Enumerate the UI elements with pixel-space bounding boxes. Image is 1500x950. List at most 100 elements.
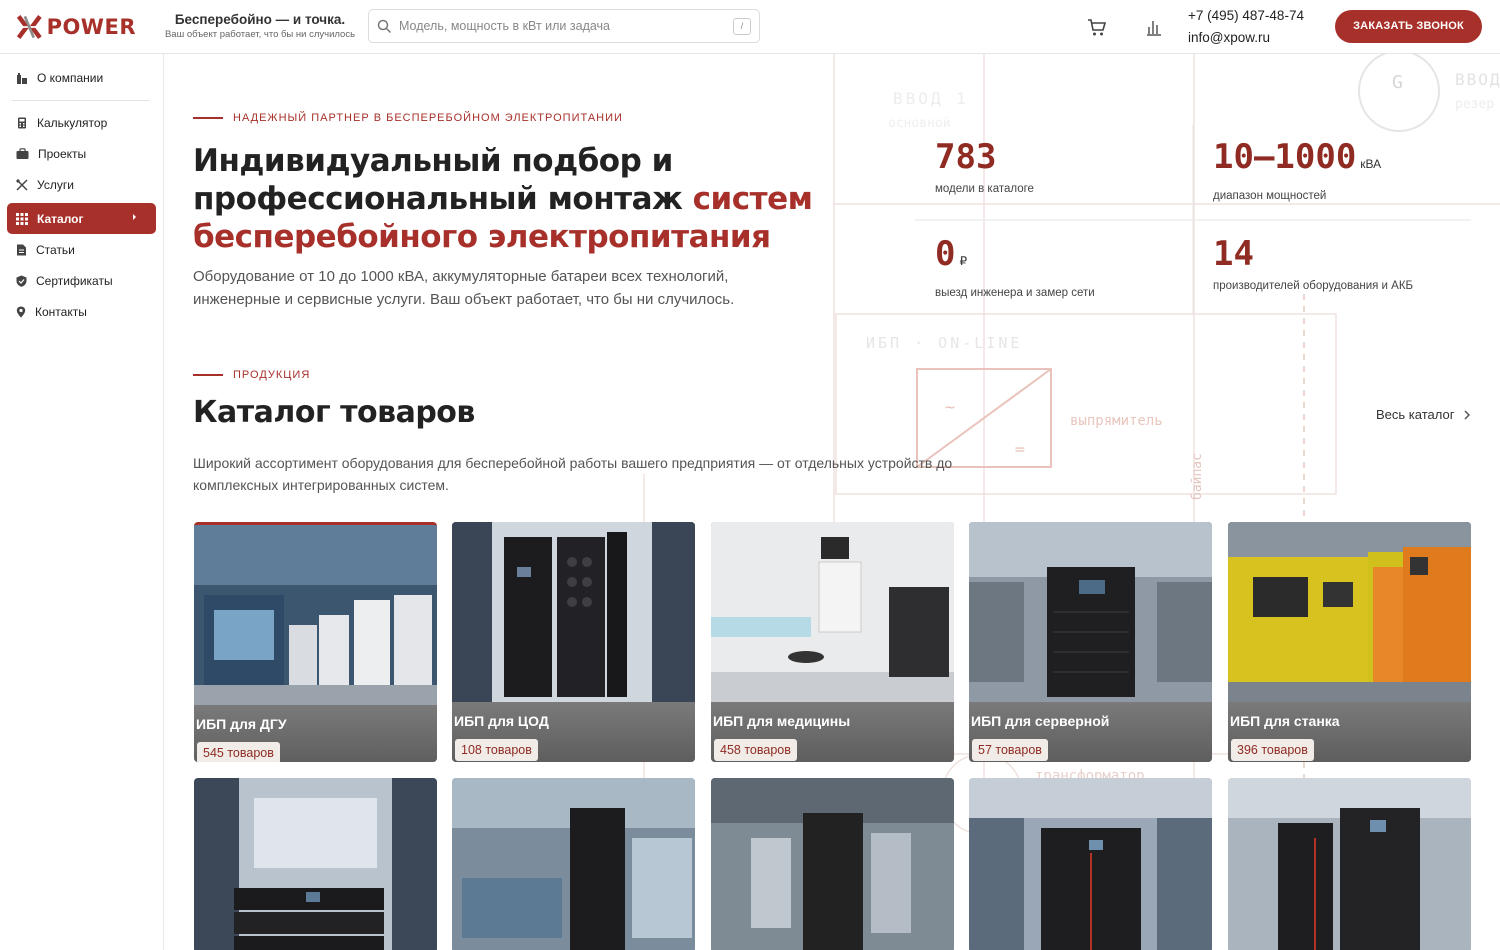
hero-lead: Оборудование от 10 до 1000 кВА, аккумуля… bbox=[193, 268, 735, 308]
bg-text-bypass: байпас bbox=[1190, 453, 1205, 500]
stat-value: 10–1000 bbox=[1213, 137, 1357, 177]
stat-value: 14 bbox=[1213, 234, 1254, 274]
stat-label: производителей оборудования и АКБ bbox=[1213, 280, 1414, 292]
stat-engineer-visit: 0 ₽ выезд инженера и замер сети bbox=[915, 222, 1193, 317]
stat-label: диапазон мощностей bbox=[1213, 190, 1327, 202]
search-input[interactable] bbox=[399, 16, 719, 36]
stat-value: 0 bbox=[935, 234, 956, 274]
sidebar-item-label: Сертификаты bbox=[36, 274, 113, 288]
tagline-title: Бесперебойно — и точка. bbox=[174, 12, 346, 27]
sidebar-item-certificates[interactable]: Сертификаты bbox=[7, 266, 156, 296]
search-shortcut-key: / bbox=[733, 18, 751, 35]
stat-models: 783 модели в каталоге bbox=[915, 125, 1193, 220]
logo-x-icon bbox=[16, 15, 42, 39]
card-image bbox=[452, 522, 695, 704]
svg-text:~: ~ bbox=[944, 400, 956, 416]
briefcase-icon bbox=[16, 148, 29, 159]
bg-text-reserve: резер bbox=[1455, 97, 1495, 112]
sidebar-item-projects[interactable]: Проекты bbox=[7, 139, 156, 169]
card-title: ИБП для медицины bbox=[713, 713, 851, 729]
bg-text-input1: ВВОД 1 bbox=[893, 89, 969, 108]
card-title: ИБП для станка bbox=[1230, 713, 1340, 729]
stat-label: модели в каталоге bbox=[935, 183, 1034, 195]
sidebar-item-label: Каталог bbox=[37, 211, 84, 226]
calculator-icon bbox=[18, 117, 26, 129]
catalog-card-row2-1[interactable] bbox=[194, 778, 437, 950]
sidebar-item-label: Услуги bbox=[37, 178, 74, 192]
stat-value: 783 bbox=[935, 137, 997, 177]
sidebar-item-catalog[interactable]: Каталог bbox=[7, 203, 156, 234]
catalog-card-dgu[interactable]: ИБП для ДГУ 545 товаров bbox=[194, 522, 437, 762]
catalog-card-row2-2[interactable] bbox=[452, 778, 695, 950]
sidebar-item-services[interactable]: Услуги bbox=[7, 170, 156, 200]
stat-power-range: 10–1000 кВА диапазон мощностей bbox=[1193, 125, 1471, 220]
phone-link[interactable]: +7 (495) 487-48-74 bbox=[1188, 8, 1304, 23]
card-image bbox=[194, 525, 437, 707]
logo[interactable]: POWER bbox=[16, 11, 136, 43]
sidebar-item-label: Статьи bbox=[36, 243, 75, 257]
stat-unit: кВА bbox=[1360, 157, 1382, 171]
top-header: POWER Бесперебойно — и точка. Ваш объект… bbox=[0, 0, 1500, 54]
chevron-right-icon bbox=[1464, 409, 1471, 420]
catalog-title: Каталог товаров bbox=[193, 395, 475, 430]
sidebar-item-label: Контакты bbox=[35, 305, 87, 319]
card-count-badge: 396 товаров bbox=[1231, 739, 1314, 761]
catalog-card-medicine[interactable]: ИБП для медицины 458 товаров bbox=[711, 522, 954, 762]
catalog-description: Широкий ассортимент оборудования для бес… bbox=[193, 455, 953, 493]
email-link[interactable]: info@xpow.ru bbox=[1188, 30, 1270, 45]
grid-icon bbox=[16, 212, 28, 225]
search-box[interactable]: / bbox=[368, 9, 760, 43]
sidebar-divider bbox=[12, 100, 150, 101]
logo-text: POWER bbox=[46, 15, 136, 39]
sidebar-nav: О компании Калькулятор Проекты Услуги Ка… bbox=[0, 54, 164, 950]
sidebar-item-label: Калькулятор bbox=[37, 116, 108, 130]
tools-icon bbox=[16, 179, 28, 191]
catalog-card-machine[interactable]: ИБП для станка 396 товаров bbox=[1228, 522, 1471, 762]
catalog-card-row2-4[interactable] bbox=[969, 778, 1212, 950]
catalog-card-server[interactable]: ИБП для серверной 57 товаров bbox=[969, 522, 1212, 762]
callback-button[interactable]: ЗАКАЗАТЬ ЗВОНОК bbox=[1335, 10, 1482, 43]
stat-label: выезд инженера и замер сети bbox=[935, 287, 1095, 299]
sidebar-item-articles[interactable]: Статьи bbox=[7, 235, 156, 265]
card-title: ИБП для ЦОД bbox=[454, 713, 549, 729]
catalog-card-cod[interactable]: ИБП для ЦОД 108 товаров bbox=[452, 522, 695, 762]
card-image bbox=[711, 522, 954, 704]
cart-icon[interactable] bbox=[1087, 17, 1107, 37]
shield-icon bbox=[16, 275, 27, 287]
tagline-subtitle: Ваш объект работает, что бы ни случилось bbox=[164, 29, 356, 40]
search-icon bbox=[377, 19, 392, 34]
all-catalog-link[interactable]: Весь каталог bbox=[1376, 407, 1471, 422]
card-image bbox=[194, 778, 437, 950]
catalog-card-row2-5[interactable] bbox=[1228, 778, 1471, 950]
card-count-badge: 108 товаров bbox=[455, 739, 538, 761]
hero-title: Индивидуальный подбор и профессиональный… bbox=[193, 142, 833, 256]
catalog-card-row2-3[interactable] bbox=[711, 778, 954, 950]
card-count-badge: 57 товаров bbox=[972, 739, 1048, 761]
building-icon bbox=[17, 73, 27, 84]
all-catalog-label: Весь каталог bbox=[1376, 407, 1455, 422]
card-count-badge: 458 товаров bbox=[714, 739, 797, 761]
stat-manufacturers: 14 производителей оборудования и АКБ bbox=[1193, 222, 1471, 317]
card-title: ИБП для ДГУ bbox=[196, 716, 287, 732]
card-image bbox=[452, 778, 695, 950]
sidebar-item-calculator[interactable]: Калькулятор bbox=[7, 108, 156, 138]
sidebar-item-label: О компании bbox=[37, 71, 104, 85]
bg-text-ups-online: ИБП · ON-LINE bbox=[866, 334, 1023, 352]
card-image bbox=[969, 522, 1212, 704]
bg-text-g: G bbox=[1392, 72, 1403, 93]
hero-title-main: Индивидуальный подбор и профессиональный… bbox=[193, 143, 693, 217]
card-image bbox=[1228, 522, 1471, 704]
compare-chart-icon[interactable] bbox=[1145, 17, 1163, 37]
sidebar-item-contacts[interactable]: Контакты bbox=[7, 297, 156, 327]
chevron-right-icon bbox=[133, 214, 136, 220]
bg-text-rectifier: выпрямитель bbox=[1070, 413, 1163, 429]
location-pin-icon bbox=[16, 306, 26, 318]
card-image bbox=[711, 778, 954, 950]
sidebar-item-about[interactable]: О компании bbox=[7, 63, 156, 93]
catalog-eyebrow: ПРОДУКЦИЯ bbox=[193, 369, 310, 381]
bg-text-input-right: ВВОД bbox=[1455, 70, 1500, 89]
stat-unit: ₽ bbox=[959, 254, 968, 268]
card-image bbox=[969, 778, 1212, 950]
card-image bbox=[1228, 778, 1471, 950]
card-title: ИБП для серверной bbox=[971, 713, 1110, 729]
